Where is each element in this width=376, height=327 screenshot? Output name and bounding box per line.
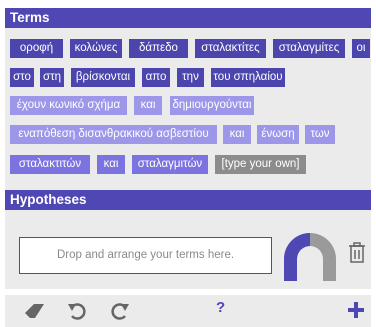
term-tile[interactable]: σταλαγμίτες [273,39,345,58]
term-tile[interactable]: δάπεδο [129,39,188,58]
term-tile[interactable]: σταλαγμιτών [132,155,208,174]
trash-icon[interactable] [347,242,367,264]
term-tile[interactable]: σταλακτίτες [195,39,266,58]
hypotheses-title: Hypotheses [10,192,87,207]
eraser-icon[interactable] [24,303,46,319]
term-tile[interactable]: οι [352,39,370,58]
terms-header: Terms [5,8,371,28]
help-icon[interactable]: ? [216,299,225,316]
redo-icon[interactable] [111,301,129,321]
term-tile[interactable]: του σπηλαίου [211,68,285,87]
term-tile[interactable]: και [97,155,125,174]
term-tile[interactable]: εναπόθεση δισανθρακικού ασβεστίου [10,125,217,144]
term-tile[interactable]: και [223,125,251,144]
add-icon[interactable] [348,302,364,318]
terms-bank: οροφή κολώνες δάπεδο σταλακτίτες σταλαγμ… [5,28,371,190]
hypotheses-header: Hypotheses [5,190,371,210]
term-tile[interactable]: έχουν κωνικό σχήμα [10,96,127,115]
type-your-own-tile[interactable]: [type your own] [215,155,306,174]
gauge-fill [284,233,310,281]
term-tile[interactable]: σταλακτιτών [10,155,90,174]
term-tile[interactable]: και [134,96,162,115]
term-tile[interactable]: την [177,68,204,87]
term-tile[interactable]: στη [40,68,64,87]
term-tile[interactable]: δημιουργούνται [170,96,254,115]
term-tile[interactable]: στο [10,68,34,87]
bottom-toolbar: ? [5,295,371,327]
progress-gauge [284,233,336,281]
term-tile[interactable]: απο [142,68,170,87]
hypothesis-drop-zone[interactable]: Drop and arrange your terms here. [19,237,272,274]
term-tile[interactable]: των [305,125,335,144]
term-tile[interactable]: βρίσκονται [71,68,135,87]
term-tile[interactable]: ένωση [257,125,299,144]
term-tile[interactable]: κολώνες [70,39,122,58]
terms-title: Terms [10,10,50,25]
term-tile[interactable]: οροφή [10,39,63,58]
undo-icon[interactable] [68,301,86,321]
